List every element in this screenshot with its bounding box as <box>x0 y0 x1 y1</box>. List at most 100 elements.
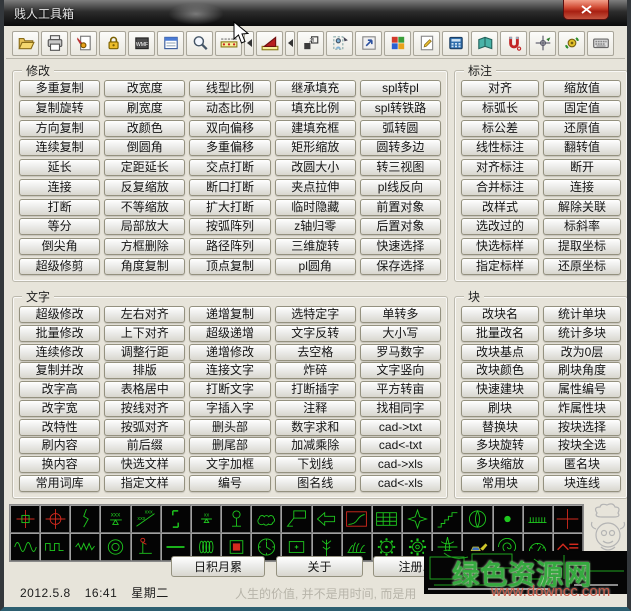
tool-button[interactable]: 超级修剪 <box>19 258 100 275</box>
tool-button[interactable]: 批量修改 <box>19 325 100 342</box>
tool-button[interactable]: 建填充框 <box>275 120 356 137</box>
tool-button[interactable]: 标公差 <box>461 120 539 137</box>
tool-button[interactable]: 去空格 <box>275 344 356 361</box>
tool-button[interactable]: 打断插字 <box>275 381 356 398</box>
tool-button[interactable]: 快选文样 <box>104 456 185 473</box>
cad-symbol-elevation-triangle[interactable]: xx <box>191 505 221 533</box>
tool-button[interactable]: pl线反向 <box>360 179 441 196</box>
tool-button[interactable]: 匿名块 <box>543 456 621 473</box>
tool-button[interactable]: 动态比例 <box>189 100 270 117</box>
tool-button[interactable]: 多块缩放 <box>461 456 539 473</box>
tool-button[interactable]: 夹点拉伸 <box>275 179 356 196</box>
tool-button[interactable]: 打断 <box>19 199 100 216</box>
tool-button[interactable]: 按块选择 <box>543 419 621 436</box>
tool-button[interactable]: 批量改名 <box>461 325 539 342</box>
window-shortcut-button[interactable] <box>355 31 382 56</box>
tool-button[interactable]: 局部放大 <box>104 218 185 235</box>
tool-button[interactable]: 多块旋转 <box>461 437 539 454</box>
tool-button[interactable]: 文字加框 <box>189 456 270 473</box>
tool-button[interactable]: 改圆大小 <box>275 159 356 176</box>
tool-button[interactable]: 改字宽 <box>19 400 100 417</box>
tool-button[interactable]: 常用块 <box>461 475 539 492</box>
tool-button[interactable]: 常用词库 <box>19 475 100 492</box>
tool-button[interactable]: 属性编号 <box>543 381 621 398</box>
cad-symbol-star-4point[interactable] <box>402 505 432 533</box>
tool-button[interactable]: 连续复制 <box>19 139 100 156</box>
tool-button[interactable]: 对齐 <box>461 80 539 97</box>
cad-symbol-comb-teeth[interactable] <box>523 505 553 533</box>
tool-button[interactable]: 角度复制 <box>104 258 185 275</box>
tool-button[interactable]: 打断文字 <box>189 381 270 398</box>
tool-button[interactable]: 延长 <box>19 159 100 176</box>
tool-button[interactable]: 找相同字 <box>360 400 441 417</box>
tool-button[interactable]: 固定值 <box>543 100 621 117</box>
cad-symbol-green-dot[interactable] <box>493 505 523 533</box>
tool-button[interactable]: 炸属性块 <box>543 400 621 417</box>
tool-button[interactable]: 后置对象 <box>360 218 441 235</box>
tool-button[interactable]: 前置对象 <box>360 199 441 216</box>
tool-button[interactable]: 继承填充 <box>275 80 356 97</box>
cad-symbol-lamp-post[interactable] <box>221 505 251 533</box>
cad-symbol-red-crosshair[interactable] <box>553 505 583 533</box>
tool-button[interactable]: 统计多块 <box>543 325 621 342</box>
tool-button[interactable]: 连续修改 <box>19 344 100 361</box>
cad-symbol-north-pointer[interactable] <box>462 505 492 533</box>
tool-button[interactable]: 对齐标注 <box>461 159 539 176</box>
tool-button[interactable]: 按块全选 <box>543 437 621 454</box>
tool-button[interactable]: 线型比例 <box>189 80 270 97</box>
cad-symbol-revision-cloud[interactable] <box>251 505 281 533</box>
tool-button[interactable]: 顶点复制 <box>189 258 270 275</box>
tool-button[interactable]: 改字高 <box>19 381 100 398</box>
tool-button[interactable]: 按弧阵列 <box>189 218 270 235</box>
tool-button[interactable]: 保存选择 <box>360 258 441 275</box>
tool-button[interactable]: 快选标样 <box>461 238 539 255</box>
tool-button[interactable]: 圆转多边 <box>360 139 441 156</box>
tool-button[interactable]: 指定标样 <box>461 258 539 275</box>
tool-button[interactable]: 方向复制 <box>19 120 100 137</box>
tool-button[interactable]: spl转pl <box>360 80 441 97</box>
tool-button[interactable]: 换内容 <box>19 456 100 473</box>
tool-button[interactable]: 路径阵列 <box>189 238 270 255</box>
cad-symbol-break-line[interactable] <box>70 505 100 533</box>
titlebar[interactable]: 贱人工具箱 <box>0 0 631 26</box>
open-drawing-button[interactable] <box>12 31 39 56</box>
tool-button[interactable]: 刷块角度 <box>543 362 621 379</box>
tool-button[interactable]: z轴归零 <box>275 218 356 235</box>
cad-symbol-zigzag-wave[interactable] <box>70 533 100 561</box>
tool-button[interactable]: 连接 <box>19 179 100 196</box>
tool-button[interactable]: 三维旋转 <box>275 238 356 255</box>
tool-button[interactable]: 块连线 <box>543 475 621 492</box>
cad-symbol-curve-diagram[interactable] <box>342 505 372 533</box>
tool-button[interactable]: spl转铁路 <box>360 100 441 117</box>
tool-button[interactable]: cad<-xls <box>360 475 441 492</box>
tool-button[interactable]: 标弧长 <box>461 100 539 117</box>
tool-button[interactable]: 解除关联 <box>543 199 621 216</box>
tool-button[interactable]: cad<-txt <box>360 437 441 454</box>
tool-button[interactable]: 提取坐标 <box>543 238 621 255</box>
tool-button[interactable]: 字插入字 <box>189 400 270 417</box>
tool-button[interactable]: 数字求和 <box>275 419 356 436</box>
tool-button[interactable]: 缩放值 <box>543 80 621 97</box>
tool-button[interactable]: 快速选择 <box>360 238 441 255</box>
tool-button[interactable]: 改块颜色 <box>461 362 539 379</box>
tool-button[interactable]: cad->xls <box>360 456 441 473</box>
tool-button[interactable]: 线性标注 <box>461 139 539 156</box>
selection-filter-button[interactable] <box>326 31 353 56</box>
tool-button[interactable]: 双向偏移 <box>189 120 270 137</box>
tool-button[interactable]: 扩大打断 <box>189 199 270 216</box>
magnet-osnap-button[interactable] <box>500 31 527 56</box>
lock-layer-button[interactable] <box>99 31 126 56</box>
about-button[interactable]: 关于 <box>276 556 363 577</box>
tool-button[interactable]: 矩形缩放 <box>275 139 356 156</box>
tool-button[interactable]: 还原值 <box>543 120 621 137</box>
tool-button[interactable]: 删尾部 <box>189 437 270 454</box>
tool-button[interactable]: 转三视图 <box>360 159 441 176</box>
cad-symbol-axis-circle[interactable] <box>40 505 70 533</box>
tool-button[interactable]: 左右对齐 <box>104 306 185 323</box>
reference-book-button[interactable] <box>471 31 498 56</box>
tool-button[interactable]: 断口打断 <box>189 179 270 196</box>
tool-button[interactable]: 下划线 <box>275 456 356 473</box>
tool-button[interactable]: 等分 <box>19 218 100 235</box>
tool-button[interactable]: 不等缩放 <box>104 199 185 216</box>
tool-button[interactable]: 复制并改 <box>19 362 100 379</box>
